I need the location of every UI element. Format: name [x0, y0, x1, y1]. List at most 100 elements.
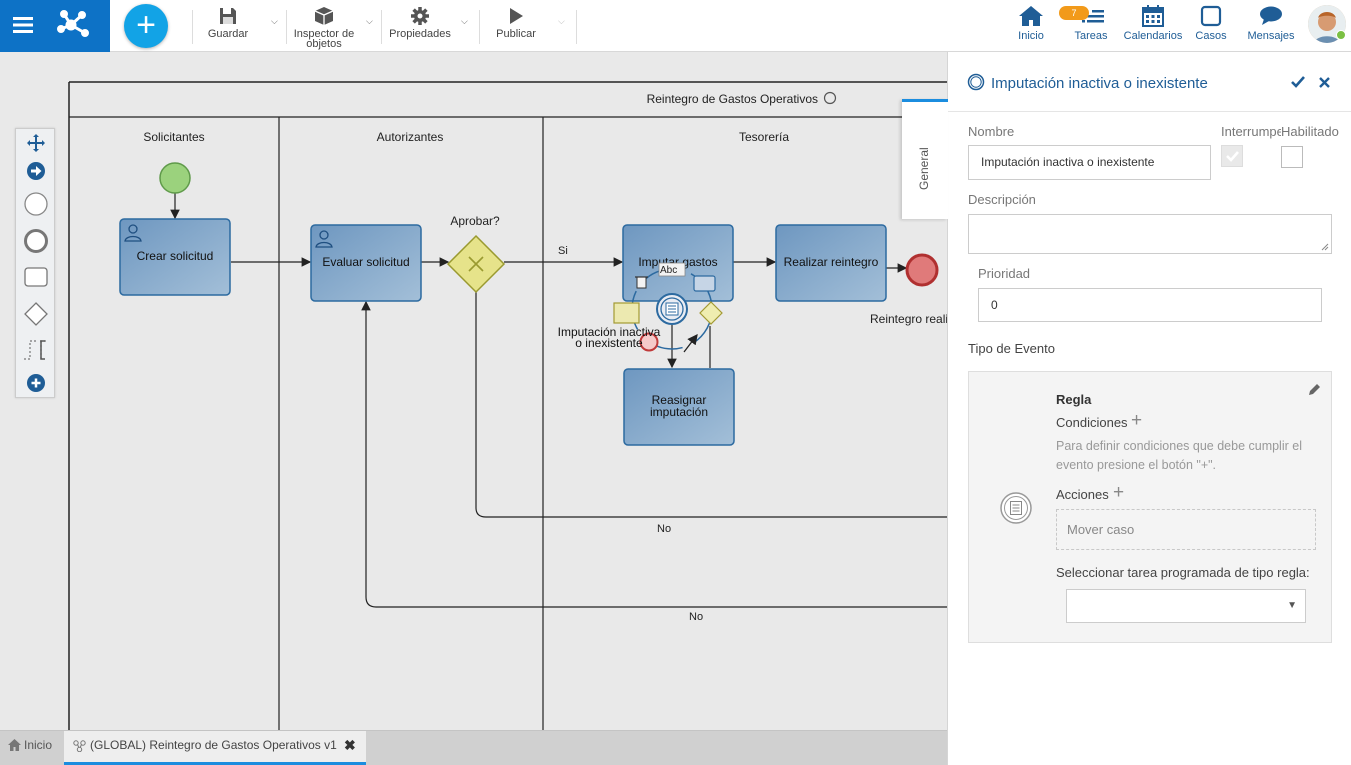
end-event-label: Reintegro reali	[870, 312, 947, 326]
add-button[interactable]: +	[124, 4, 168, 48]
enabled-label: Habilitado	[1281, 124, 1339, 139]
nav-calendars-label: Calendarios	[1123, 30, 1183, 42]
task-reasignar-label-2: imputación	[650, 405, 708, 419]
top-toolbar: + Guardar ⌵ Inspector de objetos ⌵ Propi…	[0, 0, 1351, 52]
flow-label-no-2: No	[689, 611, 703, 623]
pool[interactable]	[68, 81, 947, 730]
resize-handle-icon	[1321, 243, 1329, 251]
save-label: Guardar	[207, 28, 249, 40]
nav-messages-label: Mensajes	[1247, 30, 1295, 42]
panel-title: Imputación inactiva o inexistente	[991, 75, 1208, 92]
task-crear-solicitud-label: Crear solicitud	[137, 249, 214, 263]
shape-palette	[15, 128, 55, 398]
scheduled-task-label: Seleccionar tarea programada de tipo reg…	[1056, 565, 1310, 580]
flow-label-no-1: No	[657, 523, 671, 535]
inspector-menu-caret[interactable]: ⌵	[366, 16, 373, 27]
lane-label-autorizantes: Autorizantes	[377, 130, 444, 144]
gateway-tool-icon[interactable]	[24, 302, 48, 326]
tab-process[interactable]: (GLOBAL) Reintegro de Gastos Operativos …	[64, 731, 366, 765]
context-delete-icon[interactable]	[635, 276, 648, 289]
nav-cases[interactable]: Casos	[1193, 5, 1229, 42]
actions-label: Acciones	[1056, 487, 1109, 502]
conditions-label: Condiciones	[1056, 415, 1128, 430]
object-inspector-label-2: objetos	[306, 38, 342, 50]
lane-label-tesoreria: Tesorería	[739, 130, 789, 144]
home-small-icon	[8, 739, 21, 751]
pool-title: Reintegro de Gastos Operativos	[647, 92, 818, 106]
end-event[interactable]	[905, 253, 939, 287]
nav-messages[interactable]: Mensajes	[1245, 5, 1297, 42]
context-append-task-icon[interactable]	[693, 275, 716, 292]
panel-header-divider	[948, 111, 1351, 112]
name-label: Nombre	[968, 124, 1015, 139]
description-label: Descripción	[968, 192, 1036, 207]
lane-tool-icon[interactable]	[24, 340, 46, 360]
properties-menu-caret[interactable]: ⌵	[461, 16, 468, 27]
interrupts-label: Interrumpe	[1221, 124, 1284, 139]
properties-label: Propiedades	[389, 28, 451, 40]
move-tool-icon[interactable]	[27, 134, 45, 152]
confirm-check-icon[interactable]	[1291, 76, 1305, 88]
toolbar-divider	[192, 10, 193, 44]
start-event-tool-icon[interactable]	[24, 192, 48, 216]
nav-cases-label: Casos	[1195, 30, 1227, 42]
toolbar-divider	[576, 10, 577, 44]
connect-tool-icon[interactable]	[27, 162, 45, 180]
publish-label: Publicar	[496, 28, 536, 40]
rule-event-icon	[1000, 492, 1032, 524]
rule-title: Regla	[1056, 392, 1092, 407]
nav-calendars[interactable]: Calendarios	[1120, 5, 1186, 42]
properties-button[interactable]: Propiedades	[387, 6, 453, 40]
save-button[interactable]: Guardar	[204, 6, 252, 40]
tasks-count-badge: 7	[1059, 6, 1089, 20]
context-data-object-icon[interactable]	[613, 302, 640, 324]
start-event[interactable]	[159, 162, 191, 194]
edit-pencil-icon[interactable]	[1307, 383, 1321, 397]
tab-process-label: (GLOBAL) Reintegro de Gastos Operativos …	[90, 738, 337, 752]
description-textarea[interactable]	[968, 214, 1332, 254]
tab-home[interactable]: Inicio	[6, 731, 64, 765]
object-inspector-button[interactable]: Inspector de objetos	[290, 6, 358, 50]
tab-general[interactable]: General	[902, 99, 948, 219]
task-tool-icon[interactable]	[24, 267, 48, 287]
nav-home[interactable]: Inicio	[1012, 5, 1050, 42]
exclusive-gateway[interactable]	[446, 234, 506, 294]
save-menu-caret[interactable]: ⌵	[271, 16, 278, 27]
name-input[interactable]: Imputación inactiva o inexistente	[968, 145, 1211, 180]
save-icon	[220, 8, 236, 24]
add-condition-icon[interactable]: +	[1131, 410, 1142, 432]
calendar-icon	[1142, 5, 1164, 27]
enabled-checkbox[interactable]	[1281, 146, 1303, 168]
gateway-label: Aprobar?	[450, 214, 500, 228]
play-icon	[510, 8, 523, 24]
home-icon	[1019, 6, 1043, 26]
nav-tasks-label: Tareas	[1074, 30, 1108, 42]
boundary-event-label-2: o inexistente	[575, 336, 643, 350]
add-tool-icon[interactable]	[27, 374, 45, 392]
process-diagram-icon	[73, 740, 86, 752]
bottom-tab-bar: Inicio (GLOBAL) Reintegro de Gastos Oper…	[0, 730, 947, 765]
menu-icon[interactable]	[13, 15, 35, 35]
context-text-label: Abc	[660, 265, 677, 276]
context-connect-icon[interactable]	[683, 333, 698, 353]
publish-button[interactable]: Publicar	[492, 6, 540, 40]
close-tab-icon[interactable]: ✖	[344, 731, 356, 760]
event-type-label: Tipo de Evento	[968, 341, 1055, 356]
interrupts-checkbox[interactable]	[1221, 145, 1243, 167]
task-realizar-reintegro-label: Realizar reintegro	[784, 255, 879, 269]
publish-menu-caret[interactable]: ⌵	[558, 16, 565, 27]
brand-area	[0, 0, 110, 52]
lane-label-solicitantes: Solicitantes	[143, 130, 204, 144]
add-action-icon[interactable]: +	[1113, 482, 1124, 504]
action-item[interactable]: Mover caso	[1056, 509, 1316, 550]
close-icon[interactable]	[1319, 77, 1330, 88]
app-logo-icon[interactable]	[56, 7, 90, 41]
diagram-canvas[interactable]: Reintegro de Gastos Operativos Solicitan…	[0, 52, 947, 730]
priority-input[interactable]: 0	[978, 288, 1322, 322]
priority-label: Prioridad	[978, 266, 1031, 281]
context-append-gateway-icon[interactable]	[699, 301, 723, 325]
end-event-tool-icon[interactable]	[24, 229, 48, 253]
scheduled-task-select[interactable]: ▼	[1066, 589, 1306, 623]
pool-status-icon	[823, 91, 837, 105]
toolbar-divider	[286, 10, 287, 44]
